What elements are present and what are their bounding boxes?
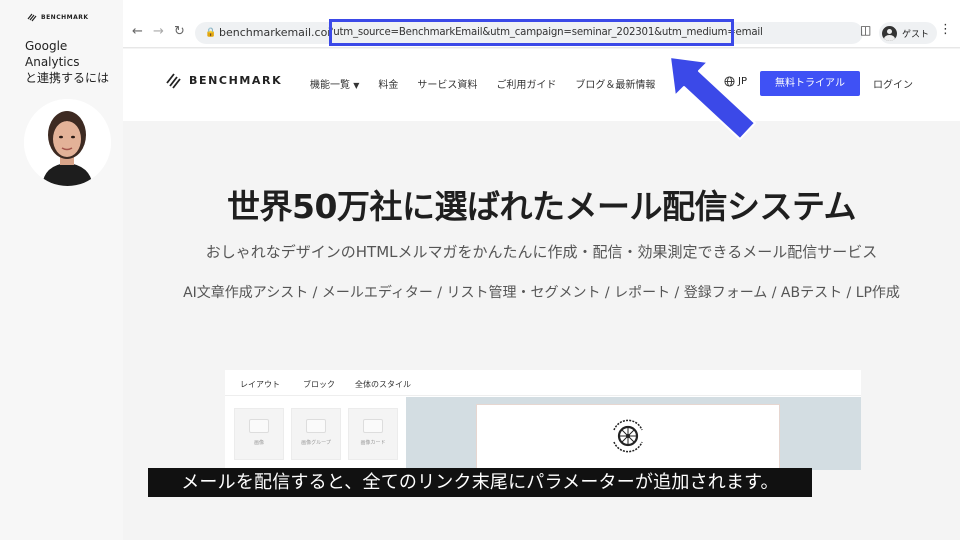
image-card-icon (363, 419, 383, 433)
editor-canvas (406, 397, 861, 470)
browser-window: ← → ↻ 🔒 benchmarkemail.com/jp/ ?utm_sour… (123, 0, 960, 540)
menu-item-blog[interactable]: ブログ＆最新情報 (575, 76, 655, 91)
url-params-highlight (329, 19, 734, 46)
arrow-left-icon[interactable]: ← (132, 24, 143, 40)
email-paper (476, 404, 780, 470)
editor-block-palette: 画像 画像グループ 画像カード (225, 397, 406, 470)
video-caption: メールを配信すると、全てのリンク末尾にパラメーターが追加されます。 (148, 468, 812, 497)
hero-title: 世界50万社に選ばれたメール配信システム (227, 187, 856, 226)
tab-global-style[interactable]: 全体のスタイル (355, 379, 411, 390)
presenter-title-line2: と連携するには (25, 71, 110, 85)
profile-chip[interactable]: ゲスト (879, 22, 938, 44)
arrow-right-icon[interactable]: → (153, 24, 164, 40)
presenter-title-line1: Google Analytics (25, 39, 80, 69)
more-menu-icon[interactable]: ⋮ (939, 22, 952, 38)
block-label: 画像カード (360, 440, 386, 446)
side-panel-icon[interactable]: ◫ (860, 22, 871, 38)
presenter-title: Google Analytics と連携するには (25, 38, 123, 86)
site-menu: 機能一覧 ▼ 料金 サービス資料 ご利用ガイド ブログ＆最新情報 (310, 76, 655, 91)
block-image[interactable]: 画像 (234, 408, 284, 460)
reload-icon[interactable]: ↻ (174, 24, 185, 40)
menu-item-features[interactable]: 機能一覧 ▼ (310, 76, 359, 91)
menu-item-pricing[interactable]: 料金 (378, 76, 398, 91)
editor-tabs: レイアウト ブロック 全体のスタイル (225, 370, 861, 400)
hero-subtitle: おしゃれなデザインのHTMLメルマガをかんたんに作成・配信・効果測定できるメール… (205, 243, 878, 261)
chevron-down-icon: ▼ (353, 81, 360, 90)
free-trial-button[interactable]: 無料トライアル (760, 71, 860, 96)
menu-item-guide[interactable]: ご利用ガイド (496, 76, 556, 91)
lock-icon: 🔒 (205, 28, 217, 38)
block-label: 画像 (253, 440, 264, 446)
block-image-group[interactable]: 画像グループ (291, 408, 341, 460)
image-group-icon (306, 419, 326, 433)
profile-avatar-icon (882, 25, 897, 41)
presenter-logo-text: BENCHMARK (41, 13, 89, 21)
pointer-arrow-icon (670, 56, 756, 140)
profile-label: ゲスト (902, 29, 930, 40)
presenter-avatar (24, 99, 111, 186)
url-domain: benchmarkemail.com/jp/ (219, 26, 331, 39)
editor-preview: レイアウト ブロック 全体のスタイル 画像 画像グループ 画像カード (225, 370, 861, 470)
menu-item-materials[interactable]: サービス資料 (417, 76, 477, 91)
browser-toolbar: ← → ↻ 🔒 benchmarkemail.com/jp/ ?utm_sour… (123, 0, 960, 48)
presenter-logo: BENCHMARK (27, 12, 89, 22)
site-header: BENCHMARK 機能一覧 ▼ 料金 サービス資料 ご利用ガイド ブログ＆最新… (123, 49, 960, 121)
menu-item-label: 機能一覧 (310, 80, 350, 91)
login-link[interactable]: ログイン (873, 76, 913, 91)
presenter-panel: BENCHMARK Google Analytics と連携するには (0, 0, 123, 540)
site-brand-text: BENCHMARK (189, 73, 283, 87)
image-icon (249, 419, 269, 433)
benchmark-logo-icon (27, 13, 37, 22)
hero-features: AI文章作成アシスト / メールエディター / リスト管理・セグメント / レポ… (183, 285, 900, 301)
tab-layout[interactable]: レイアウト (240, 379, 280, 390)
block-label: 画像グループ (301, 440, 331, 446)
block-image-card[interactable]: 画像カード (348, 408, 398, 460)
site-brand[interactable]: BENCHMARK (165, 71, 282, 89)
bicycle-wheel-logo-icon (613, 419, 643, 453)
presenter-avatar-image (24, 99, 111, 186)
benchmark-logo-icon (166, 73, 181, 89)
